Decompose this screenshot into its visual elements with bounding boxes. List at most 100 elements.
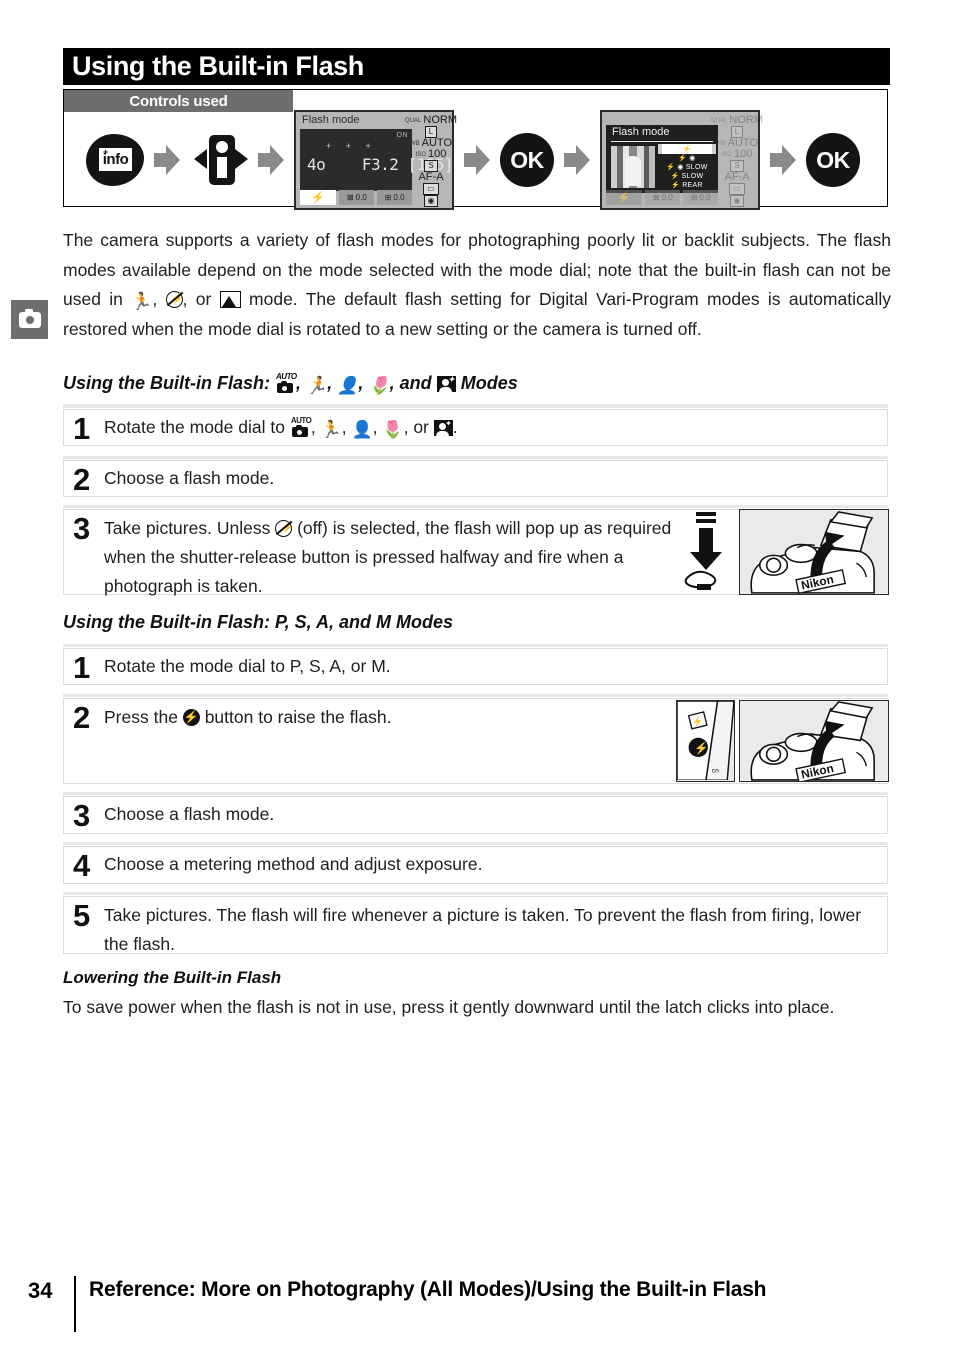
step-number: 1: [73, 650, 91, 685]
flash-menu-divider: [611, 141, 713, 142]
info-display-bottom-row: ⚡ ⊠ 0.0 ⊞ 0.0: [300, 190, 412, 205]
auto-mode-icon: AUTO: [275, 373, 297, 393]
flash-comp-cell[interactable]: ⊞ 0.0: [377, 190, 412, 205]
closeup-mode-icon: 🌷: [382, 420, 404, 439]
multi-selector-left-right-icon[interactable]: [194, 133, 248, 187]
flash-menu-title: Flash mode: [612, 126, 670, 138]
flow-arrow-icon: [258, 145, 284, 175]
metering-icon: ◉: [423, 195, 439, 207]
step-row: 2 Choose a flash mode.: [63, 460, 888, 497]
step-text-before: Press the: [104, 707, 178, 727]
step-number: 1: [73, 411, 91, 446]
exposure-comp-cell: ⊠ 0.0: [645, 190, 681, 205]
controls-used-panel: Controls used + info Flash mode ON + + +…: [63, 89, 888, 210]
camera-illustration-svg: Nikon: [740, 510, 888, 594]
page-footer: 34 Reference: More on Photography (All M…: [28, 1276, 767, 1332]
page-title: Using the Built-in Flash: [72, 51, 364, 81]
step-text: Choose a flash mode.: [104, 804, 275, 824]
info-button[interactable]: + info: [86, 134, 144, 186]
info-display: Flash mode ON + + + 4o F3.2 [125] ⚡ ⊠ 0.…: [294, 110, 457, 210]
flash-button-illustration-svg: ⚡ ⚡ cn: [677, 701, 734, 781]
page-title-bar: Using the Built-in Flash: [63, 48, 890, 85]
exposure-comp-cell[interactable]: ⊠ 0.0: [339, 190, 375, 205]
iso-row: ISO 100: [415, 148, 447, 160]
flash-mode-option-list: ⚡ ⚡ ◉ ⚡ ◉ SLOW ⚡ SLOW ⚡ REAR: [658, 144, 716, 190]
camera-flash-popup-illustration: Nikon: [739, 509, 889, 595]
flash-comp-cell: ⊞ 0.0: [683, 190, 718, 205]
step-text-before: Rotate the mode dial to: [104, 417, 285, 437]
flash-mode-option-redeye[interactable]: ⚡ ◉: [658, 154, 716, 163]
af-area-icon: ▭: [423, 183, 439, 195]
flash-button-location-illustration: ⚡ ⚡ cn: [676, 700, 735, 782]
info-display-top-indicators: ON: [396, 132, 408, 139]
flash-mode-option-rear[interactable]: ⚡ REAR: [658, 181, 716, 190]
lowering-text: To save power when the flash is not in u…: [63, 997, 835, 1017]
ok-button[interactable]: OK: [500, 133, 554, 187]
shutter-speed-value: 4o: [307, 155, 326, 174]
flash-mode-option-redeye-slow[interactable]: ⚡ ◉ SLOW: [658, 163, 716, 172]
flash-menu-side-panel: QUAL NORM L WB AUTO ISO 100 S AF-A ▭ ◉: [711, 114, 763, 207]
section-heading-and: and: [399, 373, 432, 393]
step-number: 3: [73, 511, 91, 546]
chevron-left-icon: [194, 149, 207, 169]
press-down-arrow-icon: [684, 512, 722, 590]
step-row: 5 Take pictures. The flash will fire whe…: [63, 896, 888, 954]
aperture-value: F3.2: [361, 155, 399, 174]
flash-mode-option-fill[interactable]: ⚡: [658, 144, 716, 154]
ok-button[interactable]: OK: [806, 133, 860, 187]
flow-arrow-icon: [154, 145, 180, 175]
step-row: 3 Choose a flash mode.: [63, 796, 888, 834]
flash-mode-menu: Flash mode ⚡ ⚡ ◉ ⚡ ◉ SLOW ⚡ SLOW ⚡ REAR …: [600, 110, 763, 210]
exposure-indicator: + + +: [326, 141, 377, 151]
lowering-heading: Lowering the Built-in Flash: [63, 968, 282, 987]
flash-mode-option-slow[interactable]: ⚡ SLOW: [658, 172, 716, 181]
intro-text-2: , or: [182, 289, 220, 309]
exposure-comp-icon: ⊠: [346, 193, 354, 202]
sports-mode-icon: 🏃: [320, 420, 342, 439]
flash-icon: ⚡: [670, 173, 680, 180]
portrait-mode-icon: 👤: [351, 420, 373, 439]
chevron-right-icon: [235, 149, 248, 169]
multi-selector-stem: [217, 157, 227, 178]
redeye-icon: ◉: [689, 155, 696, 162]
flash-mode-cell[interactable]: ⚡: [300, 190, 337, 205]
focus-mode-value: AF-A: [418, 171, 444, 183]
step-text: Choose a metering method and adjust expo…: [104, 854, 483, 874]
info-display-main: ON + + + 4o F3.2 [125]: [300, 129, 454, 191]
camera-flash-popup-illustration: Nikon: [739, 700, 889, 782]
step-number: 2: [73, 462, 91, 497]
step-number: 5: [73, 898, 91, 933]
flash-icon: ⚡: [666, 164, 676, 171]
step-number: 2: [73, 700, 91, 735]
info-display-side-panel: QUAL NORM L WB AUTO ISO 100 S AF-A ▭ ◉: [405, 114, 457, 208]
step-text: Rotate the mode dial to P, S, A, or M.: [104, 656, 391, 676]
controls-sequence: + info Flash mode ON + + + 4o F3.2 ⚡ ⊠ 0…: [64, 110, 887, 210]
section-heading-auto-modes: Using the Built-in Flash: AUTO, 🏃, 👤, 🌷,…: [63, 372, 518, 395]
step-text-before: Take pictures. Unless: [104, 518, 271, 538]
svg-text:⚡: ⚡: [694, 741, 708, 755]
closeup-mode-icon: 🌷: [368, 376, 390, 395]
page-number: 34: [28, 1278, 53, 1303]
flash-mode-label: REAR: [682, 182, 703, 189]
press-shutter-illustration: [683, 512, 729, 590]
camera-illustration-svg: Nikon: [740, 701, 888, 781]
flash-button-icon: ⚡: [182, 709, 200, 726]
step-text: Choose a flash mode.: [104, 468, 275, 488]
flash-mode-label: SLOW: [685, 164, 708, 171]
step-text-after: button to raise the flash.: [204, 707, 392, 727]
flash-icon: ⚡: [682, 145, 692, 153]
footer-divider: [74, 1276, 76, 1332]
chapter-tab: [11, 300, 48, 339]
step-row: 1 Rotate the mode dial to AUTO, 🏃, 👤, 🌷,…: [63, 409, 888, 446]
flash-icon: ⚡: [678, 155, 688, 162]
sports-mode-icon: 🏃: [306, 376, 328, 395]
info-plus-mark: +: [103, 147, 108, 157]
iso-value: 100: [427, 148, 447, 160]
svg-text:cn: cn: [712, 767, 719, 774]
step-text: Take pictures. The flash will fire whene…: [104, 905, 862, 954]
night-portrait-mode-icon: ✦: [433, 420, 453, 436]
night-portrait-mode-icon: ✦: [436, 376, 456, 392]
step-text-after: .: [452, 417, 458, 437]
footer-section-title: Reference: More on Photography (All Mode…: [89, 1278, 767, 1301]
info-button-cap: + info: [97, 146, 134, 173]
